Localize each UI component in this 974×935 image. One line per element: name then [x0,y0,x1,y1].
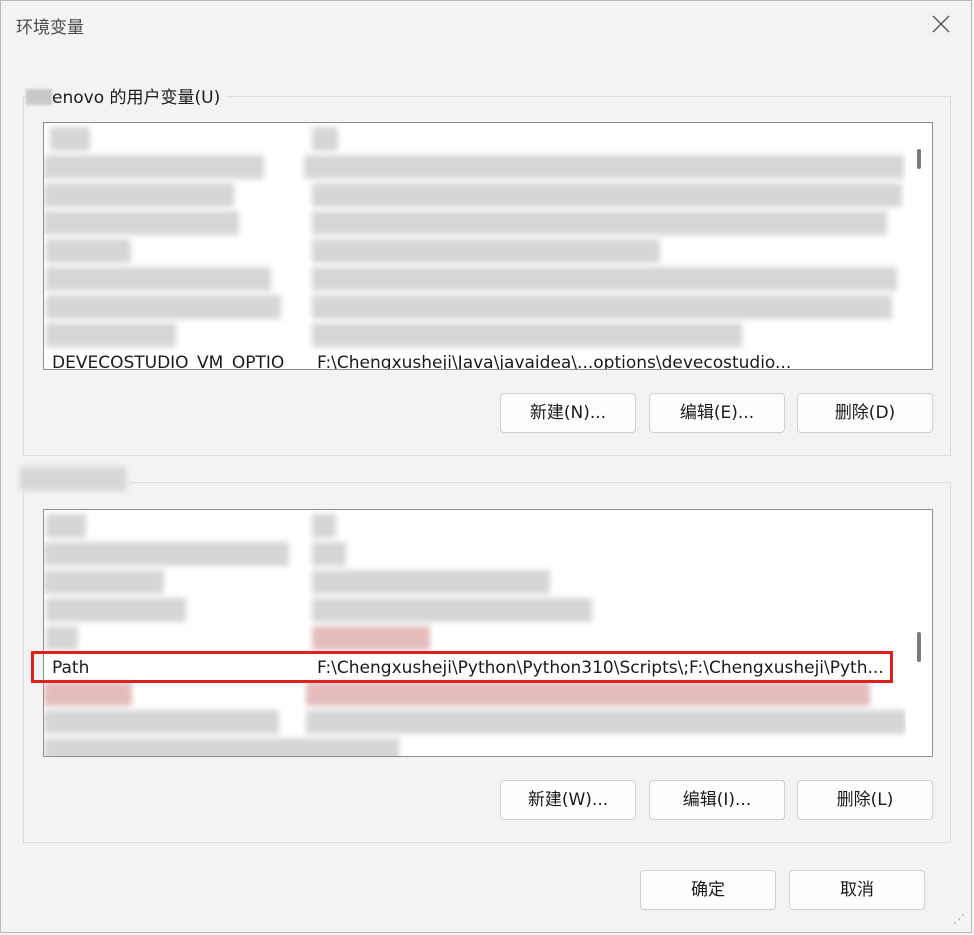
system-variables-list[interactable]: Path F:\Chengxusheji\Python\Python310\Sc… [43,509,933,757]
list-item[interactable]: DEVECOSTUDIO_VM_OPTIO F:\Chengxusheji\Ja… [44,349,932,370]
user-delete-button[interactable]: 删除(D) [797,393,933,433]
scrollbar-thumb[interactable] [917,149,921,169]
system-edit-button[interactable]: 编辑(I)... [649,780,785,820]
close-button[interactable] [921,7,961,41]
variable-name: DEVECOSTUDIO_VM_OPTIO [52,353,285,370]
ok-button[interactable]: 确定 [640,870,776,910]
variable-value: F:\Chengxusheji\Python\Python310\Scripts… [317,658,884,678]
cancel-button[interactable]: 取消 [789,870,925,910]
system-new-button[interactable]: 新建(W)... [500,780,636,820]
user-variables-list[interactable]: DEVECOSTUDIO_VM_OPTIO F:\Chengxusheji\Ja… [43,122,933,370]
user-variables-label-text: enovo 的用户变量(U) [52,88,221,108]
close-icon [932,15,950,33]
window-title: 环境变量 [16,18,84,38]
system-delete-button[interactable]: 删除(L) [797,780,933,820]
environment-variables-dialog: 环境变量 enovo 的用户变量(U) DEVECOSTUDIO_VM_OPTI… [0,0,972,933]
user-edit-button[interactable]: 编辑(E)... [649,393,785,433]
user-new-button[interactable]: 新建(N)... [500,393,636,433]
system-variables-scrollbar[interactable] [906,510,932,756]
user-variables-scrollbar[interactable] [906,123,932,369]
variable-value: F:\Chengxusheji\Java\javaidea\...options… [317,353,792,370]
selected-list-item[interactable]: Path F:\Chengxusheji\Python\Python310\Sc… [44,654,932,682]
user-variables-label: enovo 的用户变量(U) [26,83,227,108]
scrollbar-thumb[interactable] [917,632,921,662]
title-bar: 环境变量 [1,1,971,47]
resize-grip-icon[interactable]: ⋰ [953,912,965,926]
variable-name: Path [52,658,90,678]
system-variables-label [20,465,130,491]
blurred-username [26,89,52,105]
